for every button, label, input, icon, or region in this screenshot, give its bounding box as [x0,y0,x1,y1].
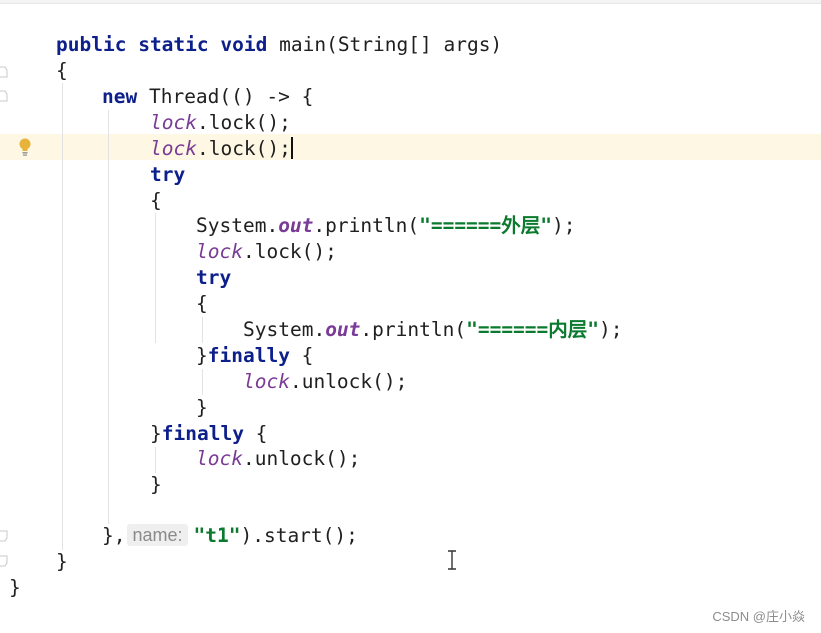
lock-field: lock [243,370,290,393]
code-text: }, [102,524,126,547]
keyword: finally [207,344,290,367]
lock-field: lock [150,111,197,134]
parameter-name-hint: name: [127,524,188,546]
code-text: { [243,422,268,445]
code-text: .unlock(); [289,370,408,393]
keyword: new [102,85,138,108]
fold-marker-icon[interactable] [0,530,8,542]
code-line[interactable]: }finally { [150,421,267,447]
code-line[interactable]: lock.unlock(); [196,446,360,472]
code-text: ).start(); [240,524,358,547]
code-text: ); [552,214,576,237]
code-line[interactable]: lock.unlock(); [243,369,407,395]
code-line[interactable]: { [150,188,162,214]
code-line[interactable]: new Thread(() -> { [102,84,313,110]
code-line[interactable]: } [56,549,68,575]
text-caret [290,137,293,159]
lock-field: lock [196,447,243,470]
indent-guide [202,369,203,395]
code-line[interactable]: } [150,472,162,498]
brace: } [9,576,21,599]
watermark: CSDN @庄小焱 [712,609,805,624]
text-ibeam-icon [448,550,456,570]
code-text: System. [196,214,279,237]
code-text: .println( [360,318,467,341]
brace: } [150,473,162,496]
indent-guide [155,213,156,343]
indent-guide [202,317,203,343]
code-text: .lock(); [196,111,291,134]
lock-field: lock [196,240,243,263]
code-line[interactable]: } [9,575,21,601]
brace: } [196,344,208,367]
editor-top-border [0,0,821,4]
fold-marker-icon[interactable] [0,90,8,102]
keyword: finally [161,422,244,445]
code-line[interactable]: { [196,291,208,317]
keyword: static [138,33,209,56]
fold-marker-icon[interactable] [0,66,8,78]
lightbulb-icon[interactable] [17,137,33,157]
code-line[interactable]: { [56,58,68,84]
keyword: void [220,33,268,56]
code-text: .println( [313,214,420,237]
code-line[interactable]: } [196,395,208,421]
method-signature: main(String[] args) [267,33,503,56]
code-line[interactable]: }, name: "t1").start(); [102,523,358,549]
code-line[interactable]: lock.lock(); [196,239,337,265]
code-text: .lock(); [196,137,291,160]
code-line[interactable]: System.out.println("======外层"); [196,213,576,239]
keyword: try [150,163,186,186]
brace: } [150,422,162,445]
code-text: .unlock(); [242,447,361,470]
brace: } [196,396,208,419]
code-line[interactable]: public static void main(String[] args) [56,32,502,58]
keyword: try [196,266,232,289]
code-line[interactable]: try [150,162,185,188]
out-field: out [325,318,361,341]
code-line[interactable]: System.out.println("======内层"); [243,317,623,343]
brace: { [150,189,162,212]
code-text: System. [243,318,326,341]
code-line[interactable]: }finally { [196,343,313,369]
indent-guide [62,83,63,550]
keyword: public [56,33,127,56]
indent-guide [108,110,109,524]
brace: } [56,550,68,573]
code-line[interactable]: lock.lock(); [150,110,291,136]
lock-field: lock [150,137,197,160]
code-editor[interactable]: public static void main(String[] args) {… [0,0,821,633]
string-literal: "t1" [193,524,241,547]
string-literal: "======内层" [466,318,600,341]
out-field: out [278,214,314,237]
string-literal: "======外层" [419,214,553,237]
code-text: .lock(); [242,240,337,263]
code-line[interactable]: try [196,265,231,291]
indent-guide [155,447,156,473]
code-text: ); [599,318,623,341]
fold-marker-icon[interactable] [0,555,8,567]
brace: { [196,292,208,315]
code-line-current[interactable]: lock.lock(); [150,136,293,162]
current-line-highlight [0,134,821,160]
code-text: { [289,344,314,367]
brace: { [56,59,68,82]
code-text: Thread(() -> { [137,85,314,108]
